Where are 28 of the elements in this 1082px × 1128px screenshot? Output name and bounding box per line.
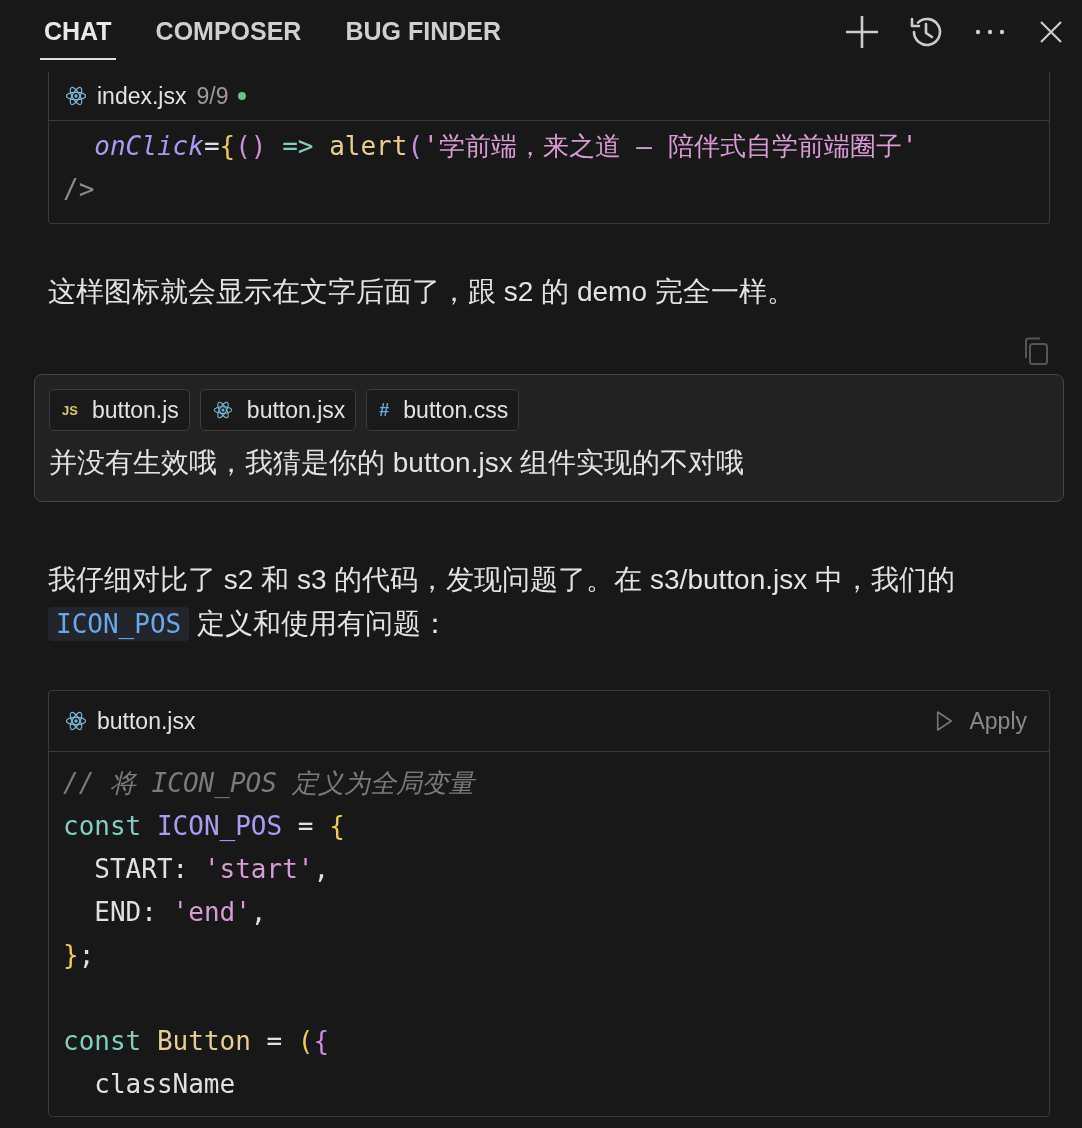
change-counter: 9/9 (196, 82, 229, 110)
code-line: END: 'end', (93, 896, 267, 929)
code-line: className (93, 1068, 236, 1101)
play-icon (935, 710, 954, 732)
message-text: 并没有生效哦，我猜是你的 button.jsx 组件实现的不对哦 (49, 446, 746, 480)
code-line: // 将 ICON_POS 定义为全局变量 (63, 767, 475, 800)
file-name: button.jsx (97, 707, 196, 735)
react-icon (65, 85, 87, 107)
plus-icon[interactable] (844, 14, 880, 50)
file-name: index.jsx (97, 82, 187, 110)
react-icon (65, 710, 87, 732)
attachment-chip[interactable]: button.jsx (199, 389, 357, 431)
attachment-chip[interactable]: JS button.js (49, 389, 190, 431)
code-line: const Button = ({ (63, 1025, 330, 1058)
code-line: onClick={() => alert('学前端，来之道 — 陪伴式自学前端圈子' (93, 130, 918, 163)
reply-text: 我仔细对比了 s2 和 s3 的代码，发现问题了。在 s3/button.jsx 中，我们的 ICON_POS 定义和使用有问题： (48, 563, 957, 643)
tab[interactable]: CHAT (40, 0, 116, 60)
copy-icon[interactable] (1022, 336, 1050, 366)
code-line: START: 'start', (93, 853, 330, 886)
react-icon (212, 400, 233, 420)
tab[interactable]: COMPOSER (151, 0, 306, 60)
reply-text: 这样图标就会显示在文字后面了，跟 s2 的 demo 完全一样。 (48, 275, 796, 309)
apply-button[interactable]: Apply (929, 706, 1033, 736)
tab[interactable]: BUG FINDER (341, 0, 505, 60)
code-line: /> (63, 173, 95, 206)
code-line: }; (63, 939, 95, 972)
attachment-chip[interactable]: # button.css (366, 389, 520, 431)
code-line: const ICON_POS = { (63, 810, 345, 843)
